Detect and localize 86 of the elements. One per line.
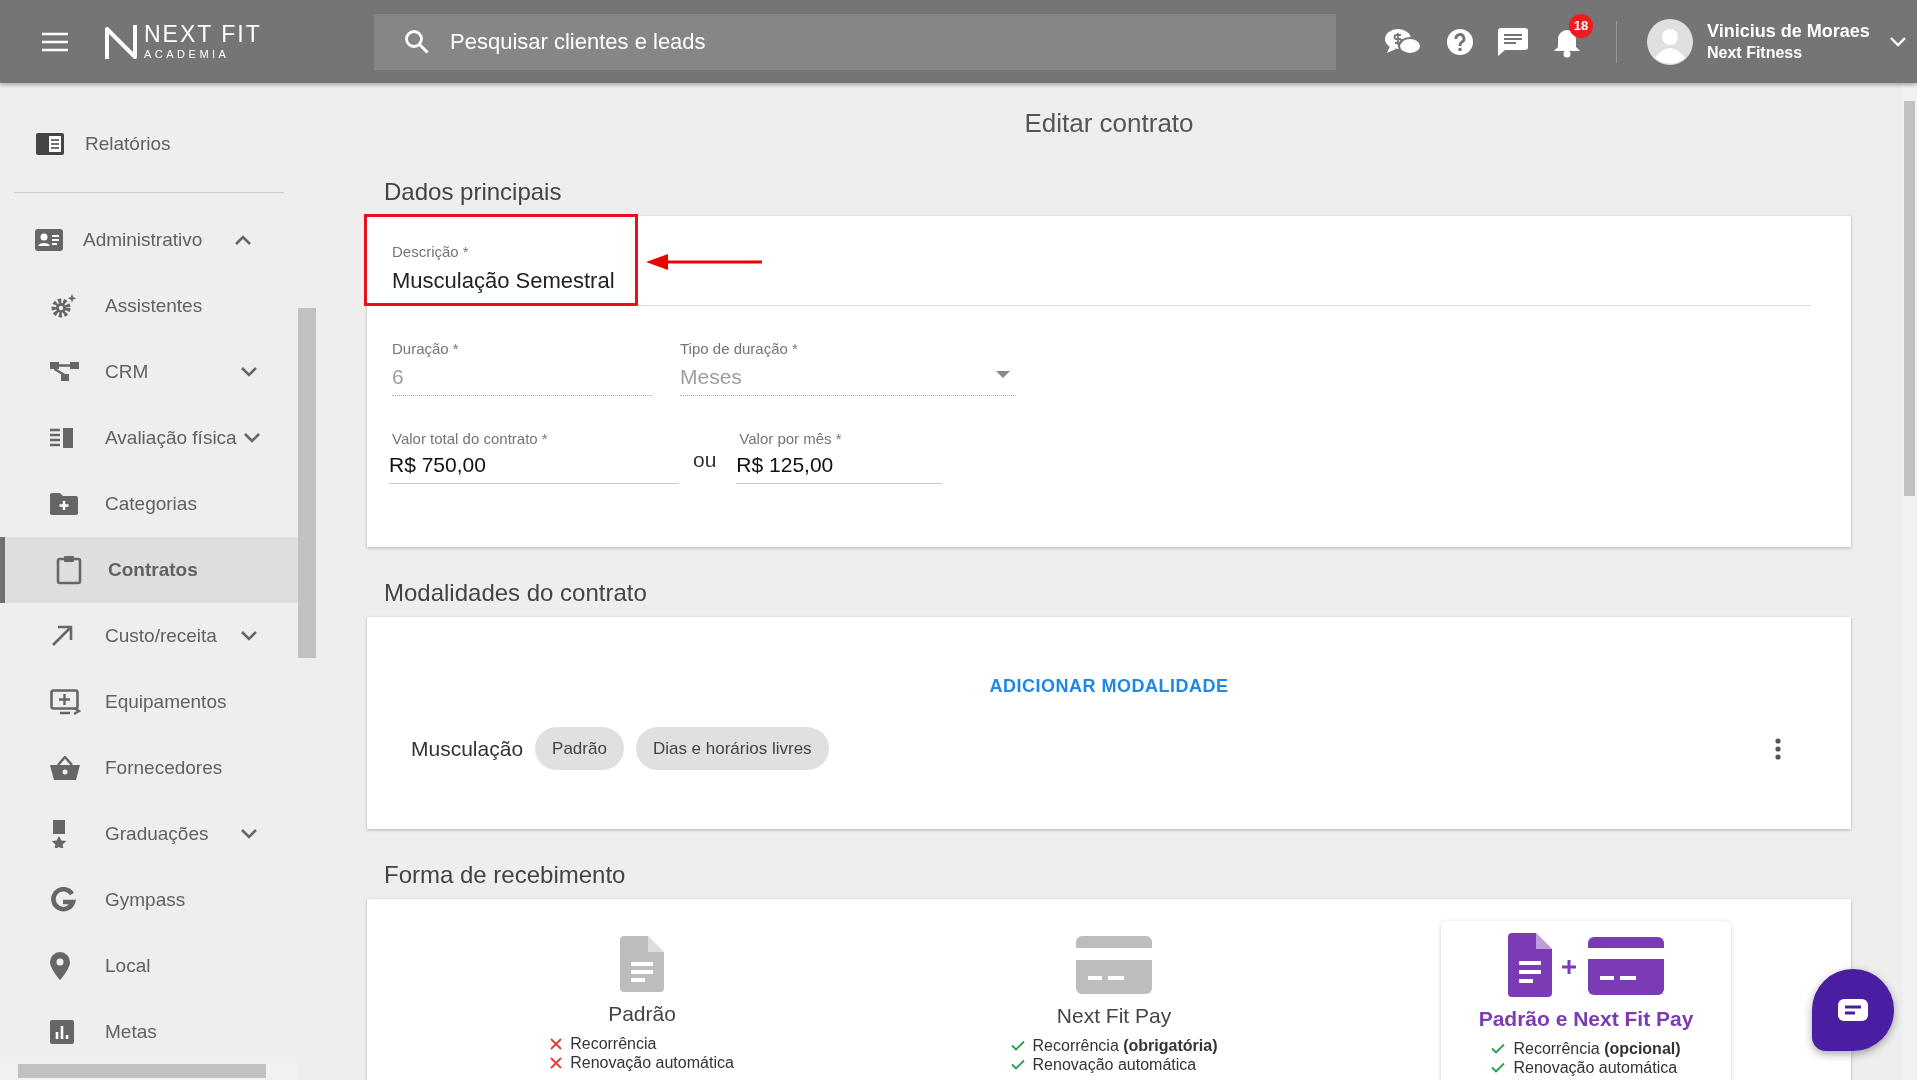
monitor-plus-icon — [50, 689, 82, 715]
sidebar-item[interactable]: Custo/receita — [0, 603, 298, 669]
chat-button[interactable] — [1812, 969, 1894, 1051]
logo-name: NEXT FIT — [144, 23, 262, 46]
chevron-down-icon[interactable] — [240, 630, 258, 642]
report-icon — [35, 132, 65, 156]
help-icon[interactable] — [1446, 27, 1474, 56]
chat-icon — [1837, 998, 1869, 1022]
payment-option[interactable]: Next Fit Pay Recorrência (obrigatória) Renovação automática — [969, 921, 1259, 1080]
sidebar-item[interactable]: Relatórios — [0, 111, 298, 177]
sidebar-item[interactable]: Avaliação física — [0, 405, 298, 471]
document-icon — [620, 936, 664, 992]
sidebar-item[interactable]: Administrativo — [0, 207, 298, 273]
diagonal-arrow-icon — [50, 624, 74, 648]
payment-option-title: Next Fit Pay — [1056, 1004, 1172, 1028]
feature-text: Recorrência (obrigatória) — [1032, 1036, 1218, 1055]
section-heading: Dados principais — [384, 178, 563, 206]
field-value: R$ 750,00 — [389, 453, 487, 477]
message-icon[interactable] — [1498, 27, 1528, 56]
sidebar-item[interactable]: Assistentes — [0, 273, 298, 339]
search-field[interactable]: Pesquisar clientes e leads — [374, 13, 1336, 70]
sidebar-item[interactable]: Gympass — [0, 867, 298, 933]
list-icon — [50, 428, 74, 448]
sidebar-item[interactable]: CRM — [0, 339, 298, 405]
field-label: Descrição * — [392, 242, 470, 260]
gear-icon — [50, 293, 78, 319]
tag-chip: Dias e horários livres — [635, 727, 829, 770]
section-heading: Modalidades do contrato — [384, 579, 648, 607]
user-company: Next Fitness — [1707, 44, 1804, 62]
chevron-down-icon[interactable] — [240, 828, 258, 840]
field-value: R$ 125,00 — [736, 453, 835, 477]
sidebar-item[interactable]: Equipamentos — [0, 669, 298, 735]
field-value: Musculação Semestral — [392, 267, 615, 294]
page-title: Editar contrato — [1023, 108, 1195, 140]
folder-plus-icon — [50, 493, 78, 515]
sidebar-item[interactable]: Graduações — [0, 801, 298, 867]
medal-icon — [50, 820, 68, 848]
logo-subtitle: ACADEMIA — [144, 49, 231, 60]
logo-mark-icon — [104, 22, 138, 61]
sidebar-item[interactable]: Contratos — [0, 537, 298, 603]
monthly-value-field[interactable]: Valor por mês * R$ 125,00 — [736, 430, 943, 484]
or-separator: ou — [693, 448, 717, 472]
avatar-icon[interactable] — [1647, 18, 1693, 65]
field-label: Valor por mês * — [739, 430, 843, 447]
feature-text: Recorrência (opcional) — [1513, 1039, 1681, 1058]
dropdown-arrow-icon — [996, 371, 1010, 379]
field-value: 6 — [392, 365, 405, 389]
tag-chip: Padrão — [535, 727, 624, 770]
total-value-field[interactable]: Valor total do contrato * R$ 750,00 — [389, 430, 679, 484]
field-label: Valor total do contrato * — [392, 430, 549, 447]
payment-option-title: Padrão — [608, 1002, 676, 1026]
field-value: Meses — [680, 365, 742, 389]
feature-text: Renovação automática — [1032, 1055, 1197, 1074]
g-logo-icon — [50, 887, 76, 913]
feature-text: Renovação automática — [1513, 1058, 1678, 1077]
menu-icon[interactable] — [42, 31, 68, 52]
chevron-down-icon[interactable] — [240, 366, 258, 378]
search-icon — [404, 28, 430, 55]
basket-icon — [50, 756, 80, 780]
user-name: Vinicius de Moraes — [1707, 21, 1871, 42]
payment-option-title: Padrão e Next Fit Pay — [1478, 1007, 1694, 1031]
description-field[interactable]: Descrição * Musculação Semestral — [364, 213, 638, 306]
location-pin-icon — [50, 952, 70, 980]
modality-name: Musculação — [411, 736, 524, 761]
feature-text: Renovação automática — [570, 1053, 734, 1072]
payment-option[interactable]: Padrão e Next Fit Pay Recorrência (opcional) Renovação automática — [1441, 921, 1731, 1080]
field-label: Duração * — [392, 340, 460, 357]
bar-chart-icon — [50, 1020, 74, 1044]
chevron-up-icon[interactable] — [234, 234, 253, 246]
sidebar-item[interactable]: Metas — [0, 999, 298, 1065]
field-label: Tipo de duração * — [680, 340, 799, 357]
section-heading: Forma de recebimento — [384, 861, 627, 889]
feature-text: Recorrência — [570, 1034, 657, 1053]
add-modality-button[interactable]: ADICIONAR MODALIDADE — [981, 672, 1237, 701]
clipboard-icon — [56, 555, 82, 585]
sidebar-item[interactable]: Local — [0, 933, 298, 999]
credit-card-icon — [1076, 936, 1152, 994]
more-options-icon[interactable] — [1775, 737, 1781, 760]
notification-count: 18 — [1569, 13, 1593, 38]
chevron-down-icon[interactable] — [242, 432, 261, 444]
document-plus-card-icon — [1508, 933, 1664, 997]
sidebar-item[interactable]: Fornecedores — [0, 735, 298, 801]
flowchart-icon — [50, 361, 80, 383]
sidebar-item[interactable]: Categorias — [0, 471, 298, 537]
id-card-icon — [35, 229, 63, 251]
payment-option[interactable]: Padrão Recorrência Renovação automática — [497, 921, 787, 1080]
